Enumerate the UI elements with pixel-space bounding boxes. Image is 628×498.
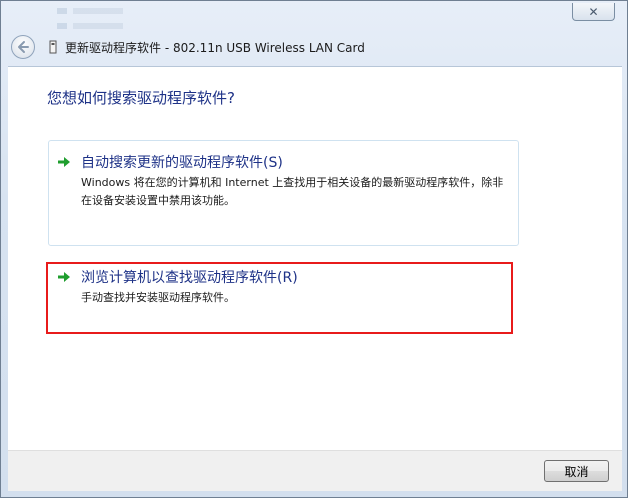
browse-computer-description: 手动查找并安装驱动程序软件。 (81, 291, 235, 304)
page-heading: 您想如何搜索驱动程序软件? (47, 89, 235, 107)
title-bar: 更新驱动程序软件 - 802.11n USB Wireless LAN Card (9, 33, 619, 61)
auto-search-title: 自动搜索更新的驱动程序软件(S) (81, 155, 283, 171)
dialog-content: 您想如何搜索驱动程序软件? 自动搜索更新的驱动程序软件(S) Windows 将… (8, 66, 622, 450)
auto-search-option[interactable]: 自动搜索更新的驱动程序软件(S) Windows 将在您的计算机和 Intern… (48, 140, 519, 246)
dialog-footer: 取消 (8, 450, 622, 491)
close-button[interactable]: ✕ (572, 3, 615, 21)
background-window-ghost (57, 1, 257, 31)
green-arrow-icon (58, 157, 70, 167)
green-arrow-icon (58, 272, 70, 282)
back-button[interactable] (11, 35, 35, 59)
window-title: 更新驱动程序软件 - 802.11n USB Wireless LAN Card (65, 40, 365, 55)
browse-computer-title: 浏览计算机以查找驱动程序软件(R) (81, 270, 298, 286)
auto-search-description: Windows 将在您的计算机和 Internet 上查找用于相关设备的最新驱动… (81, 176, 504, 207)
usb-device-icon (49, 39, 61, 55)
browse-computer-option[interactable]: 浏览计算机以查找驱动程序软件(R) 手动查找并安装驱动程序软件。 (46, 262, 513, 334)
close-icon: ✕ (588, 4, 599, 19)
dialog-window: ✕ 更新驱动程序软件 - 802.11n USB Wireless LAN Ca… (0, 0, 628, 498)
cancel-button[interactable]: 取消 (544, 460, 609, 482)
back-arrow-icon (18, 41, 29, 53)
